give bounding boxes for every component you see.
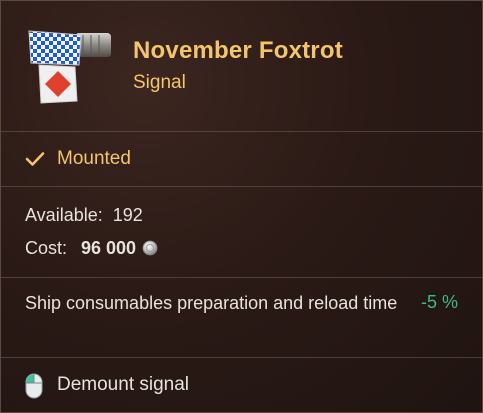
mouse-left-click-icon — [25, 373, 43, 399]
item-title: November Foxtrot — [133, 37, 343, 64]
demount-signal-action[interactable]: Demount signal — [1, 358, 482, 412]
signal-flag-icon — [25, 25, 115, 105]
available-row: Available: 192 — [25, 205, 143, 226]
cost-row: Cost: 96 000 — [25, 238, 158, 259]
credits-coin-icon — [142, 240, 158, 256]
item-type: Signal — [133, 72, 186, 93]
signal-tooltip: November Foxtrot Signal Mounted Availabl… — [0, 0, 483, 413]
divider — [1, 277, 482, 278]
cost-value: 96 000 — [81, 238, 137, 258]
status-label: Mounted — [57, 148, 131, 169]
demount-signal-label: Demount signal — [57, 374, 190, 395]
effect-description: Ship consumables preparation and reload … — [25, 293, 398, 313]
check-icon — [25, 151, 45, 167]
available-label: Available: — [25, 205, 103, 225]
divider — [1, 186, 482, 187]
mounted-status: Mounted — [1, 132, 482, 186]
tooltip-header: November Foxtrot Signal — [1, 1, 482, 131]
effect-value: -5 % — [420, 292, 458, 312]
available-value: 192 — [112, 205, 143, 225]
cost-label: Cost: — [25, 238, 68, 258]
